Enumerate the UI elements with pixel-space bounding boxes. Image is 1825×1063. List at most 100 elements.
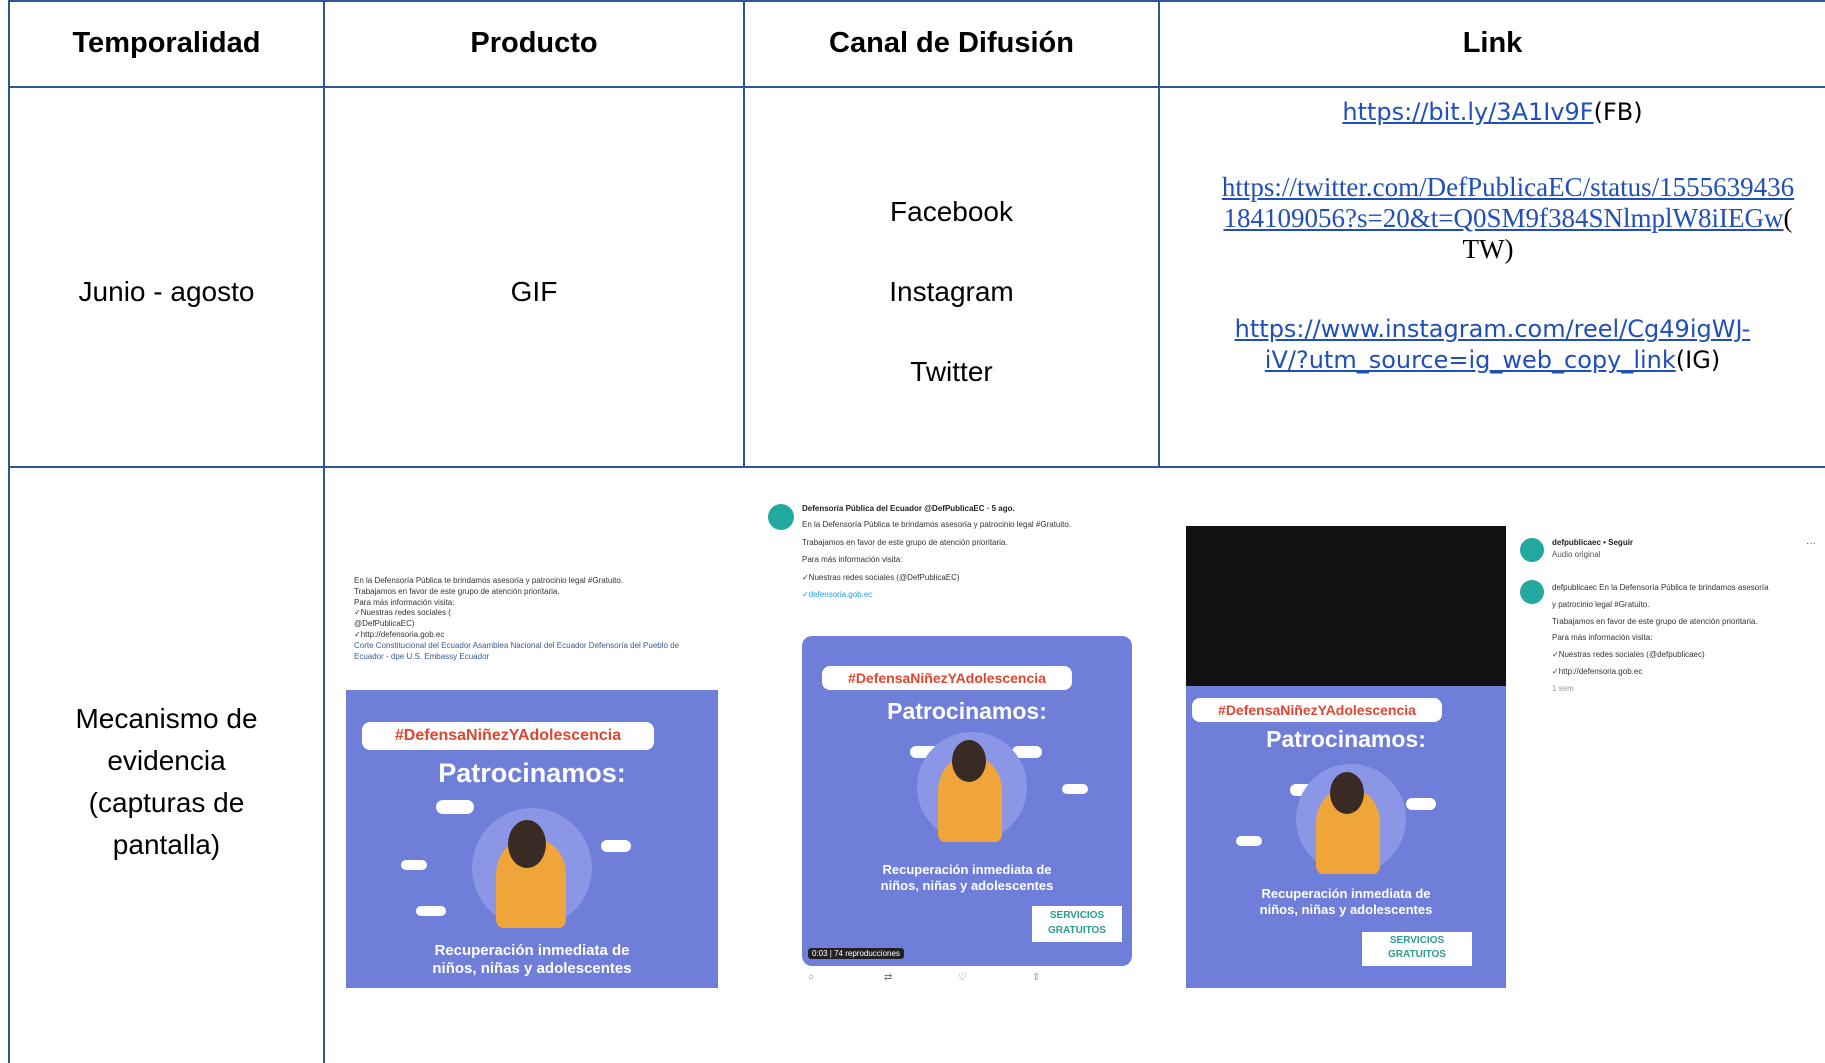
header-producto: Producto — [470, 26, 598, 59]
fb-title: Patrocinamos: — [438, 758, 626, 788]
subtitle-line-2: niños, niñas y adolescentes — [432, 960, 632, 977]
link-tw-suffix-a: ( — [1783, 203, 1793, 233]
cloud-shape — [416, 906, 446, 916]
ig-caption: defpublicaec En la Defensoría Pública te… — [1552, 580, 1817, 698]
link-twitter-line2[interactable]: 184109056?s=20&t=Q0SM9f384SNlmplW8iIEGw — [1224, 203, 1784, 233]
evidencia-line-1: Mecanismo de — [75, 703, 258, 734]
ig-line: Para más información visita: — [1552, 633, 1653, 643]
tw-avatar — [768, 504, 794, 530]
fb-poster: #DefensaNiñezYAdolescencia Patrocinamos:… — [346, 690, 718, 988]
subtitle-line-1: Recuperación inmediata de — [434, 942, 630, 959]
link-tw-block: https://twitter.com/DefPublicaEC/status/… — [1168, 172, 1825, 265]
evidencia-line-4: pantalla) — [112, 829, 221, 860]
ig-badge: SERVICIOS GRATUITOS — [1362, 932, 1472, 966]
tw-line: ✓defensoria.gob.ec — [802, 590, 873, 600]
illustration-hair — [952, 740, 986, 782]
cloud-shape — [1062, 784, 1088, 794]
link-instagram-line1[interactable]: https://www.instagram.com/reel/Cg49igWJ- — [1235, 315, 1751, 343]
tw-badge: SERVICIOS GRATUITOS — [1032, 906, 1122, 942]
ig-subtitle: Recuperación inmediata de niños, niñas y… — [1186, 886, 1506, 917]
tw-line: Trabajamos en favor de este grupo de ate… — [802, 537, 1008, 547]
ig-line: defpublicaec En la Defensoría Pública te… — [1552, 583, 1769, 592]
tw-hashtag: #DefensaNiñezYAdolescencia — [822, 666, 1072, 690]
illustration-hair — [1330, 772, 1364, 814]
header-temporalidad: Temporalidad — [72, 26, 261, 59]
canal-instagram: Instagram — [889, 276, 1014, 307]
header-canal: Canal de Difusión — [829, 26, 1074, 59]
tw-share-icon[interactable]: ⇧ — [1032, 972, 1040, 983]
canal-twitter: Twitter — [910, 356, 993, 387]
fb-line: Corte Constitucional del Ecuador Asamble… — [354, 640, 680, 650]
screenshot-instagram: #DefensaNiñezYAdolescencia Patrocinamos:… — [1186, 526, 1825, 988]
tw-line: En la Defensoría Pública te brindamos as… — [802, 520, 1072, 529]
col-divider-1 — [323, 0, 325, 1063]
screenshot-facebook: En la Defensoría Pública te brindamos as… — [346, 570, 718, 988]
cloud-shape — [1236, 836, 1262, 846]
badge-line-1: SERVICIOS — [1049, 910, 1105, 921]
link-ig-suffix: (IG) — [1675, 346, 1721, 374]
link-facebook[interactable]: https://bit.ly/3A1Iv9F — [1342, 98, 1593, 126]
ig-avatar[interactable] — [1520, 538, 1544, 562]
subtitle-line-2: niños, niñas y adolescentes — [880, 877, 1054, 893]
cloud-shape — [601, 840, 631, 852]
tw-post-text: En la Defensoría Pública te brindamos as… — [802, 516, 1132, 604]
tw-view-count: 0:03 | 74 reproducciones — [808, 948, 904, 959]
fb-line: @DefPublicaEC) — [354, 619, 415, 629]
tw-subtitle: Recuperación inmediata de niños, niñas y… — [802, 862, 1132, 893]
ig-line: ✓Nuestras redes sociales (@defpublicaec) — [1552, 650, 1705, 660]
tw-header: Defensoría Pública del Ecuador @DefPubli… — [802, 504, 1015, 513]
fb-subtitle: Recuperación inmediata de niños, niñas y… — [346, 942, 718, 978]
cloud-shape — [401, 860, 427, 870]
link-ig-block: https://www.instagram.com/reel/Cg49igWJ-… — [1160, 314, 1825, 376]
fb-line: En la Defensoría Pública te brindamos as… — [354, 576, 624, 585]
ig-poster: #DefensaNiñezYAdolescencia Patrocinamos:… — [1186, 686, 1506, 988]
ig-line: Trabajamos en favor de este grupo de ate… — [1552, 616, 1758, 626]
ig-line: 1 sem — [1552, 683, 1574, 693]
temporalidad-value: Junio - agosto — [78, 276, 255, 307]
producto-value: GIF — [510, 276, 558, 307]
subtitle-line-1: Recuperación inmediata de — [882, 862, 1052, 877]
badge-line-1: SERVICIOS — [1389, 935, 1445, 946]
fb-post-text: En la Defensoría Pública te brindamos as… — [354, 576, 714, 662]
ig-line: ✓http://defensoria.gob.ec — [1552, 666, 1643, 676]
ig-audio: Audio original — [1552, 550, 1601, 559]
link-twitter-line1[interactable]: https://twitter.com/DefPublicaEC/status/… — [1222, 172, 1794, 202]
ig-more-icon[interactable]: ··· — [1806, 538, 1816, 549]
badge-line-2: GRATUITOS — [1388, 949, 1446, 960]
tw-line: Para más información visita: — [802, 555, 903, 565]
link-fb-suffix: (FB) — [1593, 98, 1643, 126]
fb-line: ✓Nuestras redes sociales ( — [354, 608, 451, 618]
ig-title: Patrocinamos: — [1266, 726, 1426, 752]
ig-comment-avatar — [1520, 580, 1544, 604]
tw-line: ✓Nuestras redes sociales (@DefPublicaEC) — [802, 572, 960, 582]
fb-line: Ecuador - dpe U.S. Embassy Ecuador — [354, 651, 490, 661]
fb-line: Para más información visita: — [354, 597, 455, 607]
table-border-left — [8, 0, 10, 1063]
tw-retweet-icon[interactable]: ⇄ — [884, 972, 892, 983]
evidencia-line-2: evidencia — [107, 745, 226, 776]
tw-like-icon[interactable]: ♡ — [958, 972, 967, 983]
subtitle-line-2: niños, niñas y adolescentes — [1259, 901, 1433, 917]
subtitle-line-1: Recuperación inmediata de — [1261, 886, 1431, 901]
header-link: Link — [1462, 26, 1523, 59]
link-instagram-line2[interactable]: iV/?utm_source=ig_web_copy_link — [1265, 346, 1676, 374]
tw-reply-icon[interactable]: ○ — [808, 972, 814, 983]
header-divider — [8, 86, 1825, 88]
tw-poster: #DefensaNiñezYAdolescencia Patrocinamos:… — [802, 636, 1132, 966]
cloud-shape — [1406, 798, 1436, 810]
screenshot-twitter: Defensoría Pública del Ecuador @DefPubli… — [762, 496, 1142, 988]
illustration-hair — [508, 820, 546, 868]
ig-username[interactable]: defpublicaec • Seguir — [1552, 538, 1633, 549]
ig-line: y patrocinio legal #Gratuito. — [1552, 599, 1650, 609]
ig-hashtag: #DefensaNiñezYAdolescencia — [1192, 698, 1442, 722]
badge-line-2: GRATUITOS — [1048, 925, 1106, 936]
link-tw-suffix-b: TW) — [1462, 234, 1514, 264]
row1-divider — [8, 466, 1825, 468]
cloud-shape — [436, 800, 474, 814]
evidencia-line-3: (capturas de — [88, 787, 245, 818]
fb-line: ✓http://defensoria.gob.ec — [354, 629, 445, 639]
fb-hashtag: #DefensaNiñezYAdolescencia — [362, 722, 654, 750]
fb-line: Trabajamos en favor de este grupo de ate… — [354, 586, 560, 596]
tw-title: Patrocinamos: — [887, 698, 1047, 724]
ig-black-area — [1186, 526, 1506, 686]
